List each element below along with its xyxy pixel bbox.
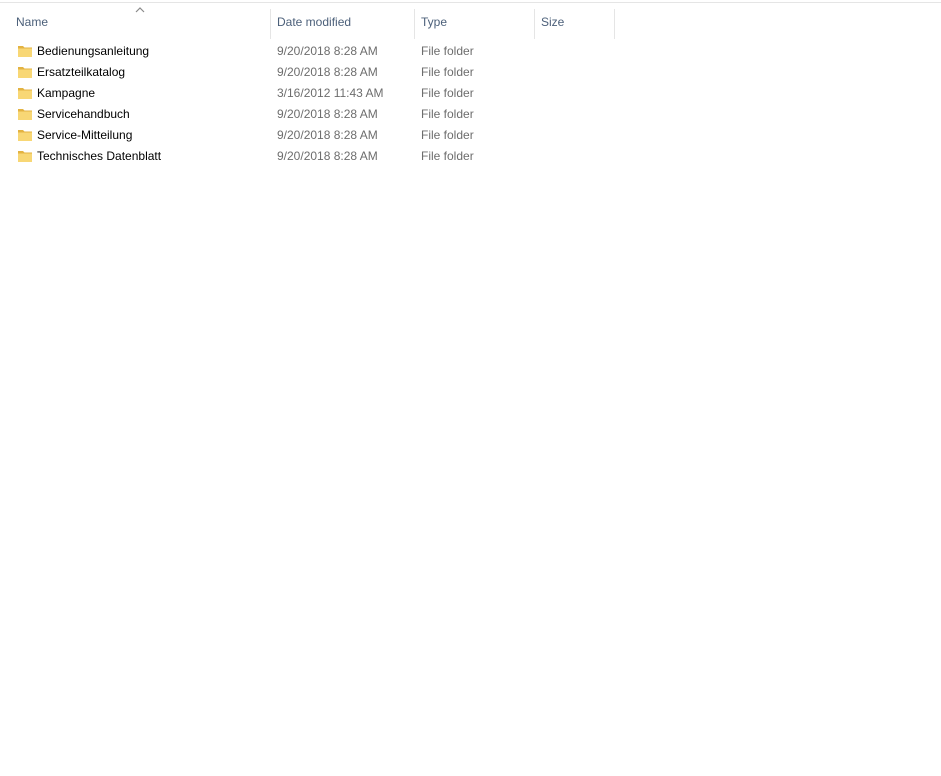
folder-icon: [18, 67, 32, 78]
file-date-modified: 9/20/2018 8:28 AM: [277, 44, 378, 58]
column-divider[interactable]: [534, 9, 535, 39]
column-divider[interactable]: [414, 9, 415, 39]
file-date-modified: 9/20/2018 8:28 AM: [277, 107, 378, 121]
file-size: [541, 41, 611, 62]
column-header-type[interactable]: Type: [421, 3, 447, 39]
column-header-date-modified[interactable]: Date modified: [277, 3, 351, 39]
file-type: File folder: [421, 149, 474, 163]
file-name: Bedienungsanleitung: [37, 44, 150, 58]
file-name: Kampagne: [37, 86, 96, 100]
file-name: Technisches Datenblatt: [37, 149, 162, 163]
file-type: File folder: [421, 86, 474, 100]
file-type: File folder: [421, 65, 474, 79]
folder-icon: [18, 46, 32, 57]
file-name: Ersatzteilkatalog: [37, 65, 126, 79]
file-size: [541, 104, 611, 125]
column-header-size[interactable]: Size: [541, 3, 564, 39]
file-type: File folder: [421, 44, 474, 58]
file-name: Servicehandbuch: [37, 107, 130, 121]
file-name: Service-Mitteilung: [37, 128, 133, 142]
file-date-modified: 3/16/2012 11:43 AM: [277, 86, 384, 100]
file-row-ersatzteilkatalog[interactable]: Ersatzteilkatalog 9/20/2018 8:28 AM File…: [0, 62, 941, 83]
file-size: [541, 146, 611, 167]
column-divider[interactable]: [270, 9, 271, 39]
folder-icon: [18, 88, 32, 99]
file-type: File folder: [421, 128, 474, 142]
file-type: File folder: [421, 107, 474, 121]
file-row-servicehandbuch[interactable]: Servicehandbuch 9/20/2018 8:28 AM File f…: [0, 104, 941, 125]
sort-ascending-icon: [135, 7, 145, 13]
file-date-modified: 9/20/2018 8:28 AM: [277, 65, 378, 79]
column-header-bar: Name Date modified Type Size: [0, 3, 941, 39]
file-row-kampagne[interactable]: Kampagne 3/16/2012 11:43 AM File folder: [0, 83, 941, 104]
folder-icon: [18, 109, 32, 120]
file-date-modified: 9/20/2018 8:28 AM: [277, 128, 378, 142]
folder-icon: [18, 151, 32, 162]
file-date-modified: 9/20/2018 8:28 AM: [277, 149, 378, 163]
file-row-bedienungsanleitung[interactable]: Bedienungsanleitung 9/20/2018 8:28 AM Fi…: [0, 41, 941, 62]
file-size: [541, 62, 611, 83]
file-row-technisches-datenblatt[interactable]: Technisches Datenblatt 9/20/2018 8:28 AM…: [0, 146, 941, 167]
file-size: [541, 125, 611, 146]
column-header-name[interactable]: Name: [16, 3, 48, 39]
folder-icon: [18, 130, 32, 141]
file-list: Bedienungsanleitung 9/20/2018 8:28 AM Fi…: [0, 41, 941, 167]
column-divider[interactable]: [614, 9, 615, 39]
file-size: [541, 83, 611, 104]
file-row-service-mitteilung[interactable]: Service-Mitteilung 9/20/2018 8:28 AM Fil…: [0, 125, 941, 146]
